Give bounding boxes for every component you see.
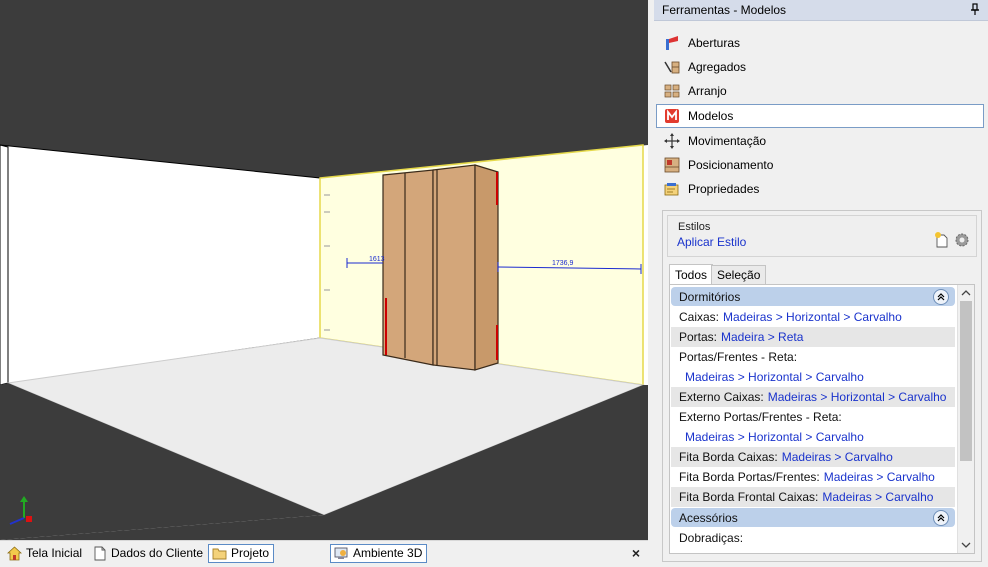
arranjo-icon <box>664 83 680 99</box>
styles-box: Estilos Aplicar Estilo Todos Seleção Dor… <box>662 210 982 562</box>
vertical-scrollbar[interactable] <box>957 285 974 553</box>
tool-agregados[interactable]: Agregados <box>658 56 984 78</box>
tools-list: Aberturas Agregados Arranjo Modelos Movi… <box>656 32 984 202</box>
new-style-icon[interactable] <box>934 232 950 248</box>
dimension-right: 1736,9 <box>552 260 574 267</box>
prop-dobradicas: Dobradiças: <box>671 528 955 548</box>
tab-dados-cliente[interactable]: Dados do Cliente <box>89 544 207 562</box>
prop-fita-borda-portas: Fita Borda Portas/Frentes: Madeiras > Car… <box>671 467 955 487</box>
section-dormitorios[interactable]: Dormitórios <box>671 287 955 306</box>
apply-style-link[interactable]: Aplicar Estilo <box>677 235 746 249</box>
estilos-group: Estilos Aplicar Estilo <box>667 215 977 257</box>
section-title: Dormitórios <box>679 289 741 304</box>
tool-posicionamento[interactable]: Posicionamento <box>658 154 984 176</box>
tab-projeto[interactable]: Projeto <box>208 544 275 563</box>
tool-label: Propriedades <box>688 182 760 196</box>
estilos-label: Estilos <box>678 221 711 233</box>
home-icon <box>6 545 23 561</box>
tab-tela-inicial[interactable]: Tela Inicial <box>4 544 86 562</box>
tool-label: Posicionamento <box>688 158 774 172</box>
tool-arranjo[interactable]: Arranjo <box>658 80 984 102</box>
prop-fita-borda-caixas: Fita Borda Caixas: Madeiras > Carvalho <box>671 447 955 467</box>
properties-icon <box>664 181 680 197</box>
tools-panel: Ferramentas - Modelos Aberturas Agregado… <box>654 0 988 566</box>
collapse-icon[interactable] <box>933 289 949 305</box>
section-title: Acessórios <box>679 510 738 525</box>
tab-label: Projeto <box>231 546 270 560</box>
3d-scene[interactable]: 1613 1736,9 <box>0 0 648 540</box>
prop-label: Portas: <box>679 330 718 344</box>
scroll-down-icon[interactable] <box>958 537 974 553</box>
gear-icon[interactable] <box>954 232 970 248</box>
prop-label: Dobradiças: <box>679 531 744 545</box>
tool-label: Aberturas <box>688 36 741 50</box>
prop-label: Fita Borda Frontal Caixas: <box>679 490 819 504</box>
tab-label: Tela Inicial <box>26 546 83 560</box>
modelos-icon <box>664 108 680 124</box>
3d-viewport[interactable]: 1613 1736,9 <box>0 0 648 540</box>
prop-caixas: Caixas: Madeiras > Horizontal > Carvalho <box>671 307 955 327</box>
section-acessorios[interactable]: Acessórios <box>671 508 955 527</box>
prop-label: Fita Borda Caixas: <box>679 450 778 464</box>
prop-value-link[interactable]: Madeira > Reta <box>721 330 803 344</box>
prop-label: Caixas: <box>679 310 720 324</box>
close-tab-icon[interactable]: × <box>632 545 640 561</box>
tool-label: Modelos <box>688 109 734 123</box>
scroll-thumb[interactable] <box>960 301 972 461</box>
tool-modelos[interactable]: Modelos <box>656 104 984 128</box>
panel-header: Ferramentas - Modelos <box>654 0 988 21</box>
prop-value-link[interactable]: Madeiras > Horizontal > Carvalho <box>685 369 947 385</box>
tool-label: Arranjo <box>688 84 727 98</box>
panel-title: Ferramentas - Modelos <box>662 3 787 17</box>
tool-label: Agregados <box>688 60 747 74</box>
prop-value-link[interactable]: Madeiras > Horizontal > Carvalho <box>685 429 947 445</box>
agregados-icon <box>664 59 680 75</box>
tab-selecao[interactable]: Seleção <box>711 265 767 284</box>
collapse-icon[interactable] <box>933 510 949 526</box>
prop-portas-frentes-reta: Portas/Frentes - Reta: Madeiras > Horizon… <box>671 347 955 387</box>
wardrobe-model <box>382 164 499 371</box>
document-tabs-bar: Tela Inicial Dados do Cliente Projeto Am… <box>0 540 648 567</box>
prop-externo-caixas: Externo Caixas: Madeiras > Horizontal > C… <box>671 387 955 407</box>
styles-list: Dormitórios Caixas: Madeiras > Horizontal… <box>669 284 975 554</box>
document-icon <box>92 546 107 561</box>
scene-ceiling <box>0 0 648 178</box>
position-icon <box>664 157 680 173</box>
prop-externo-portas-frentes: Externo Portas/Frentes - Reta: Madeiras >… <box>671 407 955 447</box>
move-icon <box>664 133 680 149</box>
scroll-up-icon[interactable] <box>958 285 974 301</box>
prop-value-link[interactable]: Madeiras > Carvalho <box>782 450 893 464</box>
tab-ambiente-3d[interactable]: Ambiente 3D <box>330 544 428 563</box>
tab-label: Ambiente 3D <box>353 546 423 560</box>
prop-label: Fita Borda Portas/Frentes: <box>679 470 820 484</box>
prop-fita-borda-frontal-caixas: Fita Borda Frontal Caixas: Madeiras > Car… <box>671 487 955 507</box>
tab-todos[interactable]: Todos <box>669 264 714 284</box>
tool-aberturas[interactable]: Aberturas <box>658 32 984 54</box>
aberturas-icon <box>664 35 680 51</box>
folder-icon <box>212 546 227 561</box>
tool-movimentacao[interactable]: Movimentação <box>658 130 984 152</box>
prop-label: Externo Portas/Frentes - Reta: <box>679 410 842 424</box>
dimension-left: 1613 <box>369 256 385 263</box>
ambiente-3d-icon <box>334 546 349 561</box>
pin-icon[interactable] <box>970 3 980 16</box>
tool-label: Movimentação <box>688 134 767 148</box>
prop-label: Externo Caixas: <box>679 390 764 404</box>
prop-value-link[interactable]: Madeiras > Carvalho <box>822 490 933 504</box>
tool-propriedades[interactable]: Propriedades <box>658 178 984 200</box>
prop-value-link[interactable]: Madeiras > Carvalho <box>824 470 935 484</box>
prop-portas: Portas: Madeira > Reta <box>671 327 955 347</box>
tab-label: Dados do Cliente <box>111 546 204 560</box>
prop-label: Portas/Frentes - Reta: <box>679 350 798 364</box>
prop-value-link[interactable]: Madeiras > Horizontal > Carvalho <box>768 390 947 404</box>
prop-value-link[interactable]: Madeiras > Horizontal > Carvalho <box>723 310 902 324</box>
